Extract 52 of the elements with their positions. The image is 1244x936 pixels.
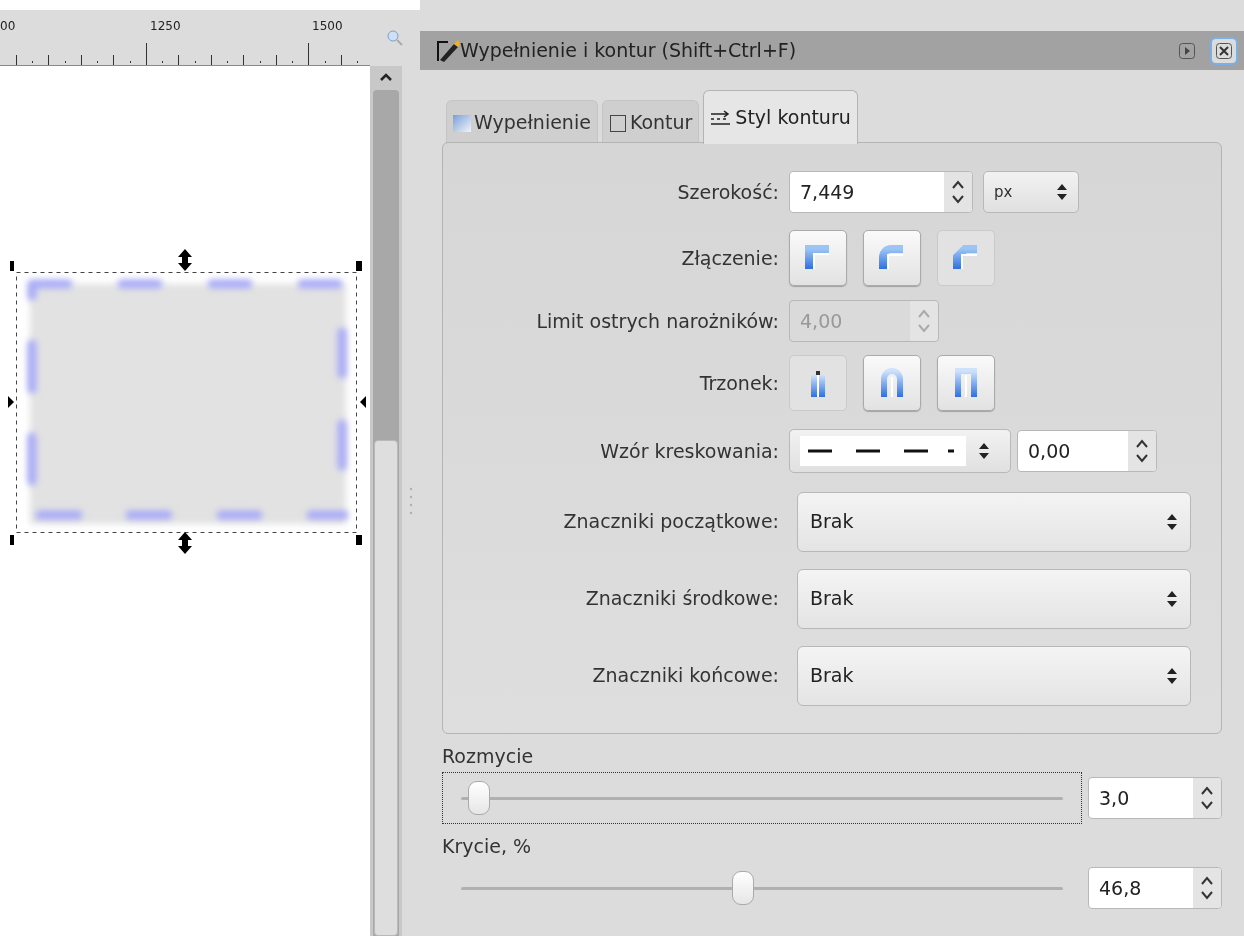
slider-thumb[interactable] xyxy=(731,871,754,905)
toggle-button[interactable] xyxy=(789,230,847,286)
ruler-label: 1500 xyxy=(312,18,343,35)
field-label: Znaczniki początkowe: xyxy=(562,509,779,535)
toggle-button[interactable] xyxy=(937,355,995,411)
updown-arrows-icon xyxy=(978,441,990,461)
toggle-button[interactable] xyxy=(789,355,847,411)
slider-thumb[interactable] xyxy=(468,781,491,815)
toggle-button[interactable] xyxy=(937,230,995,286)
spin-arrows-icon xyxy=(950,178,966,206)
field-label: Znaczniki środkowe: xyxy=(584,586,779,612)
spin-field[interactable]: 3,0 xyxy=(1088,777,1222,819)
slider-label: Rozmycie xyxy=(442,744,535,769)
field-label: Trzonek: xyxy=(698,370,779,396)
spin-arrows-icon xyxy=(1199,784,1215,812)
field-label: Złączenie: xyxy=(680,245,779,271)
tab[interactable]: Wypełnienie xyxy=(446,100,598,144)
outline-square-icon xyxy=(608,113,627,132)
field-label: Wzór kreskowania: xyxy=(599,438,779,464)
slider-track[interactable] xyxy=(461,780,1063,816)
play-icon[interactable] xyxy=(1178,41,1196,60)
scrollbar-thumb[interactable] xyxy=(374,440,398,936)
field-label: Znaczniki końcowe: xyxy=(591,663,779,689)
spin-arrows-icon xyxy=(1134,437,1150,465)
updown-arrows-icon xyxy=(1056,182,1068,202)
slider-label: Krycie, % xyxy=(442,834,533,859)
tab[interactable]: Kontur xyxy=(601,100,700,144)
ruler-label: 00 xyxy=(0,18,16,35)
spin-arrows-icon xyxy=(916,307,932,335)
toggle-button[interactable] xyxy=(863,230,921,286)
field-label: Szerokość: xyxy=(676,179,779,205)
toggle-button[interactable] xyxy=(863,355,921,411)
dash-pattern-dropdown[interactable] xyxy=(789,429,1011,473)
zoom-icon[interactable] xyxy=(387,30,403,46)
spin-field[interactable]: 46,8 xyxy=(1088,867,1222,909)
spin-arrows-icon xyxy=(1199,874,1215,902)
field-label: Limit ostrych narożników: xyxy=(535,308,779,334)
spin-field[interactable]: 7,449 xyxy=(789,171,973,213)
ruler-label: 1250 xyxy=(150,18,181,35)
spin-field[interactable]: 0,00 xyxy=(1017,430,1157,472)
marker-dropdown[interactable]: Brak xyxy=(797,568,1191,629)
square-cap-icon xyxy=(954,367,978,399)
unit-dropdown[interactable]: px xyxy=(983,171,1079,213)
marker-dropdown[interactable]: Brak xyxy=(797,491,1191,552)
close-icon[interactable] xyxy=(1210,36,1238,65)
dashed-lines-icon xyxy=(710,108,733,127)
tab[interactable]: Styl konturu xyxy=(703,90,858,144)
dialog-title: Wypełnienie i kontur (Shift+Ctrl+F) xyxy=(460,38,797,64)
gradient-square-icon xyxy=(453,113,471,132)
marker-dropdown[interactable]: Brak xyxy=(797,645,1191,706)
round-cap-icon xyxy=(880,367,904,399)
slider-track[interactable] xyxy=(461,870,1063,906)
